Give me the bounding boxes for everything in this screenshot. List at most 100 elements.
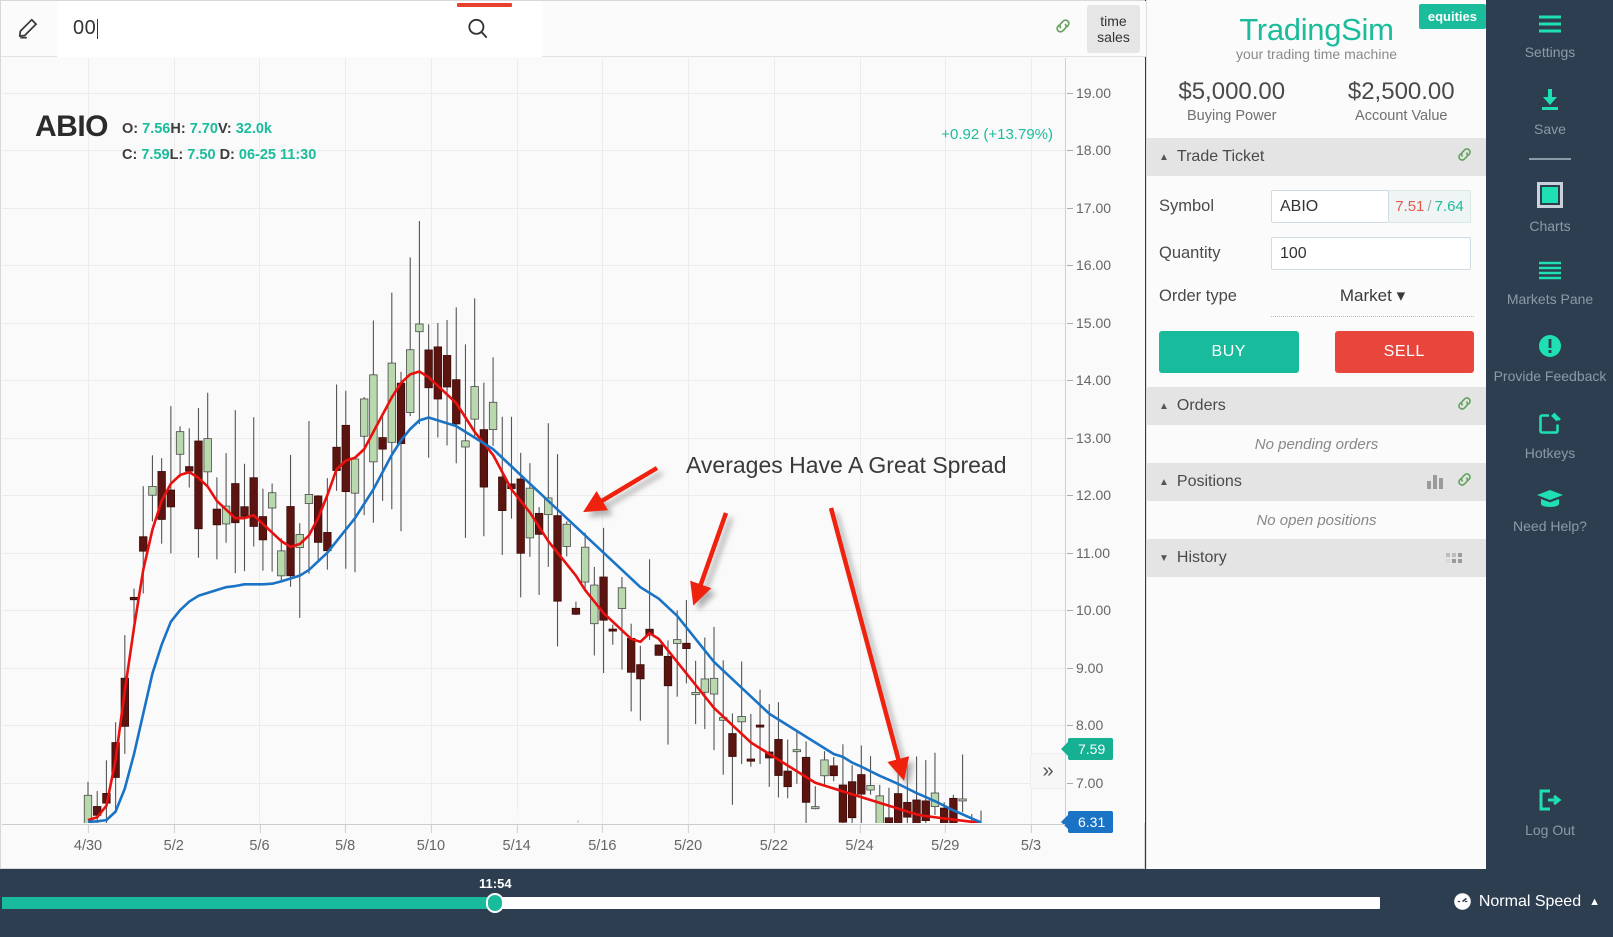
- history-header[interactable]: ▼ History: [1147, 539, 1486, 577]
- candle-body: [811, 806, 820, 810]
- candle-body: [746, 758, 755, 762]
- right-nav-rail: Settings Save Charts Markets Pane Provid…: [1487, 0, 1613, 869]
- last-price-marker: 7.59: [1060, 737, 1114, 760]
- candle-body: [636, 664, 645, 680]
- chevron-down-icon: ▾: [1396, 286, 1406, 305]
- positions-link-icon[interactable]: [1455, 470, 1474, 494]
- equities-badge[interactable]: equities: [1418, 4, 1486, 29]
- playback-scrubber-knob[interactable]: [486, 893, 505, 913]
- candle-body: [203, 438, 212, 473]
- candle-body: [755, 724, 765, 728]
- ohlc-line-2: C: 7.59L: 7.50 D: 06-25 11:30: [122, 147, 317, 163]
- positions-title: Positions: [1176, 473, 1242, 490]
- candle-body: [378, 437, 387, 450]
- candle-body: [433, 346, 442, 400]
- candle-body: [783, 770, 792, 788]
- price-tick: 7.00: [1066, 774, 1104, 791]
- order-type-row: Order type Market ▾: [1147, 286, 1486, 306]
- link-icon[interactable]: [1053, 16, 1073, 41]
- trade-ticket-link-icon[interactable]: [1455, 145, 1474, 169]
- search-input[interactable]: 00: [57, 0, 542, 57]
- candle-body: [728, 733, 737, 757]
- tradingsim-app: 00 time sales ABIO O: 7.56H: 7.70V: 32.0…: [0, 0, 1613, 937]
- quantity-row: Quantity 100: [1147, 237, 1486, 270]
- buying-power-label: Buying Power: [1187, 108, 1277, 124]
- rail-divider: [1529, 158, 1571, 160]
- open-value: 7.56: [142, 121, 171, 137]
- history-title: History: [1176, 549, 1227, 566]
- candle-body: [516, 478, 525, 554]
- chart-price-axis: 19.00 18.00 17.00 16.00 15.00 14.00 13.00 12.00…: [1060, 58, 1145, 834]
- symbol-input[interactable]: ABIO: [1271, 190, 1389, 223]
- pencil-icon[interactable]: [1, 1, 57, 57]
- grid-icon[interactable]: [1446, 553, 1462, 563]
- rail-item-logout[interactable]: Log Out: [1487, 774, 1613, 851]
- candle-body: [461, 440, 470, 448]
- rail-item-charts[interactable]: Charts: [1487, 168, 1613, 247]
- caret-up-icon: ▲: [1589, 895, 1600, 908]
- exclamation-circle-icon: [1491, 334, 1609, 362]
- price-tick: 9.00: [1066, 659, 1104, 676]
- time-sales-line2: sales: [1097, 28, 1130, 45]
- chart-zoom-controls[interactable]: − +: [509, 809, 601, 823]
- account-summary: $5,000.00 Buying Power $2,500.00 Account…: [1147, 78, 1486, 124]
- account-value-label: Account Value: [1355, 108, 1448, 124]
- playback-time-label: 11:54: [479, 876, 512, 891]
- date-tick: 5/3: [1020, 825, 1042, 854]
- candle-body: [194, 440, 203, 530]
- rail-item-hotkeys[interactable]: Hotkeys: [1487, 397, 1613, 474]
- edit-square-icon: [1491, 411, 1609, 439]
- candle-body: [866, 785, 875, 791]
- time-sales-button[interactable]: time sales: [1087, 4, 1140, 53]
- rail-item-need-help[interactable]: Need Help?: [1487, 474, 1613, 547]
- candle-body: [571, 607, 581, 615]
- ohlc-line-1: O: 7.56H: 7.70V: 32.0k: [122, 121, 272, 137]
- orders-link-icon[interactable]: [1455, 394, 1474, 418]
- rail-label-markets-pane: Markets Pane: [1506, 291, 1594, 307]
- candle-body: [958, 798, 967, 802]
- price-tick: 11.00: [1067, 544, 1110, 561]
- price-tick: 17.00: [1066, 199, 1112, 216]
- rail-item-provide-feedback[interactable]: Provide Feedback: [1487, 320, 1613, 397]
- candle-body: [488, 401, 498, 431]
- order-type-select[interactable]: Market ▾: [1271, 286, 1474, 306]
- trade-ticket-header[interactable]: ▲ Trade Ticket: [1147, 138, 1486, 176]
- bar-chart-icon[interactable]: [1427, 475, 1443, 489]
- trade-ticket-title: Trade Ticket: [1176, 148, 1265, 165]
- list-icon: [1491, 261, 1609, 285]
- search-input-value: 00: [73, 17, 97, 39]
- logout-icon: [1491, 788, 1609, 816]
- rail-label-logout: Log Out: [1525, 822, 1575, 838]
- positions-header[interactable]: ▲ Positions: [1147, 463, 1486, 501]
- zoom-out-button[interactable]: −: [526, 813, 539, 824]
- quantity-input[interactable]: 100: [1271, 237, 1471, 270]
- search-icon[interactable]: [442, 1, 514, 57]
- zoom-in-button[interactable]: +: [572, 813, 585, 824]
- candle-body: [185, 466, 194, 472]
- chart-toolbar: 00 time sales: [1, 0, 1146, 57]
- candle-body: [820, 759, 829, 777]
- playback-scrubber-track[interactable]: [2, 893, 1380, 913]
- rail-label-settings: Settings: [1524, 44, 1576, 60]
- square-icon: [1491, 182, 1609, 212]
- playback-speed-control[interactable]: Normal Speed ▲: [1453, 892, 1600, 911]
- date-tick: 5/2: [163, 825, 184, 854]
- orders-header[interactable]: ▲ Orders: [1147, 387, 1486, 425]
- rail-item-markets-pane[interactable]: Markets Pane: [1487, 247, 1613, 320]
- candle-body: [709, 677, 719, 695]
- candle-body: [129, 596, 139, 601]
- quantity-label: Quantity: [1159, 244, 1221, 262]
- rail-label-charts: Charts: [1529, 218, 1571, 234]
- order-type-underline: [1271, 316, 1474, 317]
- rail-item-settings[interactable]: Settings: [1487, 0, 1613, 73]
- download-icon: [1491, 87, 1609, 115]
- chart-forward-button[interactable]: »: [1030, 753, 1066, 789]
- chart-plot-area[interactable]: ABIO O: 7.56H: 7.70V: 32.0k C: 7.59L: 7.…: [2, 58, 1065, 823]
- candle-body: [663, 655, 673, 687]
- buy-button[interactable]: BUY: [1159, 331, 1299, 373]
- speedometer-icon: [1453, 892, 1472, 911]
- candle-body: [396, 382, 406, 444]
- candle-body: [406, 349, 415, 413]
- sell-button[interactable]: SELL: [1334, 331, 1474, 373]
- rail-item-save[interactable]: Save: [1487, 73, 1613, 150]
